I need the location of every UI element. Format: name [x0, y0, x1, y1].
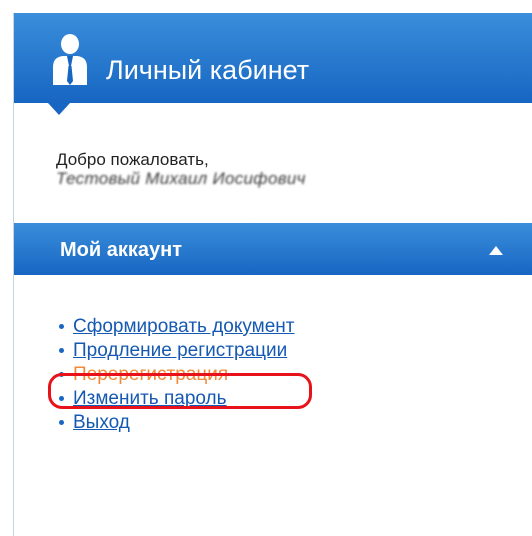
- personal-cabinet-panel: Личный кабинет Добро пожаловать, Тестовы…: [13, 13, 532, 536]
- reregistration-link[interactable]: Перерегистрация: [73, 364, 228, 385]
- bullet-icon: [59, 372, 64, 377]
- cabinet-title: Личный кабинет: [106, 55, 310, 85]
- bullet-icon: [59, 420, 64, 425]
- welcome-block: Добро пожаловать, Тестовый Михаил Иосифо…: [56, 150, 496, 188]
- menu-item-create-document[interactable]: Сформировать документ: [58, 315, 295, 339]
- account-menu: Сформировать документ Продление регистра…: [58, 315, 295, 435]
- welcome-user-name: Тестовый Михаил Иосифович: [56, 169, 306, 188]
- logout-link[interactable]: Выход: [73, 412, 130, 433]
- cabinet-header: Личный кабинет: [14, 13, 532, 103]
- bullet-icon: [59, 348, 64, 353]
- menu-item-change-password[interactable]: Изменить пароль: [58, 387, 295, 411]
- header-pointer: [48, 103, 70, 115]
- triangle-up-icon[interactable]: [483, 243, 509, 261]
- create-document-link[interactable]: Сформировать документ: [73, 316, 295, 337]
- menu-item-extend-registration[interactable]: Продление регистрации: [58, 339, 295, 363]
- menu-item-logout[interactable]: Выход: [58, 411, 295, 435]
- user-icon: [53, 34, 87, 85]
- welcome-greeting: Добро пожаловать,: [56, 150, 209, 169]
- my-account-title: Мой аккаунт: [60, 239, 182, 261]
- change-password-link[interactable]: Изменить пароль: [73, 388, 227, 409]
- bullet-icon: [59, 324, 64, 329]
- menu-item-reregistration[interactable]: Перерегистрация: [58, 363, 295, 387]
- extend-registration-link[interactable]: Продление регистрации: [73, 340, 287, 361]
- bullet-icon: [59, 396, 64, 401]
- my-account-bar[interactable]: Мой аккаунт: [14, 223, 532, 275]
